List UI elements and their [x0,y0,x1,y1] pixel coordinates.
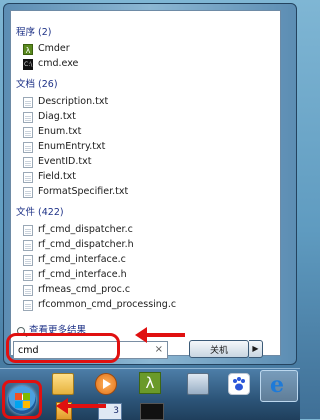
result-label: FormatSpecifier.txt [38,186,129,197]
text-file-icon [23,299,33,311]
text-file-icon [23,239,33,251]
play-glyph-icon [103,379,111,389]
shutdown-label: 关机 [209,345,228,356]
result-item-file[interactable]: rf_cmd_dispatcher.h [23,238,134,252]
ie-icon: e [270,372,284,398]
text-file-icon [23,111,33,123]
cmder-taskbar-button[interactable]: λ [139,372,161,394]
result-item-doc[interactable]: EnumEntry.txt [23,140,105,154]
result-label: Field.txt [38,171,77,182]
result-item-doc[interactable]: Field.txt [23,170,76,184]
taskbar: λ e 3 [0,368,300,420]
result-label: cmd.exe [38,58,79,69]
result-label: Cmder [38,43,70,54]
result-label: rfcommon_cmd_processing.c [38,299,177,310]
text-file-icon [23,269,33,281]
result-label: rf_cmd_interface.c [38,254,126,265]
result-item-file[interactable]: rf_cmd_dispatcher.c [23,223,133,237]
search-results-pane: 程序 (2) λ Cmder C:\ cmd.exe 文档 (26) Descr… [10,10,281,356]
text-file-icon [23,186,33,198]
result-item-doc[interactable]: Enum.txt [23,125,81,139]
annotation-arrow-start [56,398,106,414]
result-item-file[interactable]: rf_cmd_interface.h [23,268,127,282]
console-icon: C:\ [23,58,33,70]
network-icon[interactable] [187,373,209,395]
arrow-shaft [145,333,185,337]
annotation-arrow-search [135,327,185,343]
chart-count-label: 3 [113,406,119,416]
clear-search-icon[interactable]: × [155,344,163,356]
result-label: rfmeas_cmd_proc.c [38,284,131,295]
result-label: rf_cmd_interface.h [38,269,127,280]
paw-glyph-icon [233,377,245,391]
arrow-head [135,327,147,343]
result-label: Enum.txt [38,126,82,137]
start-menu: 程序 (2) λ Cmder C:\ cmd.exe 文档 (26) Descr… [3,3,297,365]
group-header-documents: 文档 (26) [16,79,58,90]
result-item-doc[interactable]: FormatSpecifier.txt [23,185,128,199]
result-label: Description.txt [38,96,109,107]
result-item-file[interactable]: rf_cmd_interface.c [23,253,126,267]
result-item-doc[interactable]: Description.txt [23,95,108,109]
result-label: rf_cmd_dispatcher.h [38,239,134,250]
folder-icon[interactable] [52,373,74,395]
annotation-oval-search [6,333,120,363]
paw-icon[interactable] [228,373,250,395]
text-file-icon [23,96,33,108]
lambda-icon: λ [145,374,155,392]
result-label: EventID.txt [38,156,92,167]
shutdown-button[interactable]: 关机 [189,340,249,358]
text-file-icon [23,171,33,183]
arrow-shaft [68,404,106,408]
media-play-icon[interactable] [95,373,117,395]
text-file-icon [23,156,33,168]
result-item-doc[interactable]: EventID.txt [23,155,91,169]
result-label: rf_cmd_dispatcher.c [38,224,133,235]
result-item-file[interactable]: rfcommon_cmd_processing.c [23,298,176,312]
shutdown-options-button[interactable]: ▶ [249,340,263,358]
result-label: Diag.txt [38,111,76,122]
text-file-icon [23,224,33,236]
group-header-programs: 程序 (2) [16,27,52,38]
result-item-doc[interactable]: Diag.txt [23,110,76,124]
result-item-cmder[interactable]: λ Cmder [23,42,70,56]
lambda-icon: λ [23,43,33,55]
result-item-cmd-exe[interactable]: C:\ cmd.exe [23,57,78,71]
text-file-icon [23,284,33,296]
annotation-oval-start [2,380,42,419]
text-file-icon [23,126,33,138]
ie-taskbar-button[interactable]: e [260,370,298,402]
text-file-icon [23,254,33,266]
result-item-file[interactable]: rfmeas_cmd_proc.c [23,283,130,297]
group-header-files: 文件 (422) [16,207,64,218]
arrow-head [56,398,68,414]
text-file-icon [23,141,33,153]
console-icon[interactable] [140,403,164,420]
result-label: EnumEntry.txt [38,141,106,152]
